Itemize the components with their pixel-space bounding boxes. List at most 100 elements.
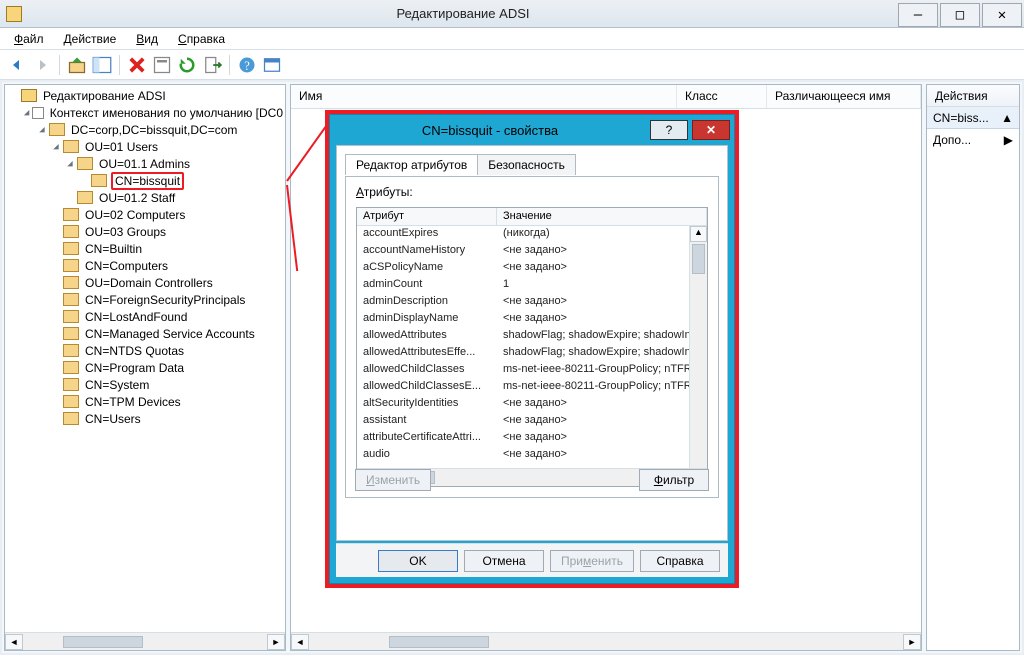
attr-row[interactable]: accountNameHistory<не задано> xyxy=(357,243,689,260)
menu-action[interactable]: Действие xyxy=(54,32,127,46)
tree-msa[interactable]: CN=Managed Service Accounts xyxy=(7,325,285,342)
tree-root-label: Редактирование ADSI xyxy=(41,89,168,103)
tree-context[interactable]: ◢Контекст именования по умолчанию [DC0 xyxy=(7,104,285,121)
folder-icon xyxy=(63,412,79,425)
tree-builtin[interactable]: CN=Builtin xyxy=(7,240,285,257)
attr-row[interactable]: accountExpires(никогда) xyxy=(357,226,689,243)
col-class[interactable]: Класс xyxy=(677,85,767,108)
tree-tpm[interactable]: CN=TPM Devices xyxy=(7,393,285,410)
tree-system[interactable]: CN=System xyxy=(7,376,285,393)
dialog-help-btn[interactable]: Справка xyxy=(640,550,720,572)
tree-root[interactable]: Редактирование ADSI xyxy=(7,87,285,104)
folder-icon xyxy=(63,395,79,408)
tree-program-data[interactable]: CN=Program Data xyxy=(7,359,285,376)
menu-file[interactable]: Файл xyxy=(4,32,54,46)
refresh-button[interactable] xyxy=(176,54,198,76)
attr-row[interactable]: attributeCertificateAttri...<не задано> xyxy=(357,430,689,447)
actions-pane: Действия CN=biss... ▲ Допо... ▶ xyxy=(926,84,1020,651)
actions-more[interactable]: Допо... ▶ xyxy=(927,129,1019,151)
attr-row[interactable]: adminDisplayName<не задано> xyxy=(357,311,689,328)
tree-ou-staff[interactable]: OU=01.2 Staff xyxy=(7,189,285,206)
options-button[interactable] xyxy=(261,54,283,76)
maximize-button[interactable]: □ xyxy=(940,3,980,27)
attr-vscroll[interactable]: ▲ xyxy=(689,226,707,468)
tree-ou-admins[interactable]: ◢OU=01.1 Admins xyxy=(7,155,285,172)
tree-fsp[interactable]: CN=ForeignSecurityPrincipals xyxy=(7,291,285,308)
col-dn[interactable]: Различающееся имя xyxy=(767,85,921,108)
folder-icon xyxy=(63,259,79,272)
up-button[interactable] xyxy=(66,54,88,76)
attr-row[interactable]: adminDescription<не задано> xyxy=(357,294,689,311)
app-icon xyxy=(6,6,22,22)
cancel-button[interactable]: Отмена xyxy=(464,550,544,572)
dialog-help-button[interactable]: ? xyxy=(650,120,688,140)
collapse-icon[interactable]: ◢ xyxy=(21,108,32,118)
close-button[interactable]: ✕ xyxy=(982,3,1022,27)
properties-button[interactable] xyxy=(151,54,173,76)
adsi-icon xyxy=(21,89,37,102)
list-hscroll[interactable]: ◄► xyxy=(291,632,921,650)
apply-button: Применить xyxy=(550,550,634,572)
collapse-icon[interactable]: ◢ xyxy=(49,142,63,152)
dialog-title: CN=bissquit - свойства xyxy=(330,123,650,138)
tree-ou-computers[interactable]: OU=02 Computers xyxy=(7,206,285,223)
actions-item[interactable]: CN=biss... ▲ xyxy=(927,107,1019,129)
tree-lostandfound[interactable]: CN=LostAndFound xyxy=(7,308,285,325)
attr-row[interactable]: altSecurityIdentities<не задано> xyxy=(357,396,689,413)
delete-button[interactable] xyxy=(126,54,148,76)
chevron-up-icon: ▲ xyxy=(1001,111,1013,125)
dialog-close-button[interactable]: ✕ xyxy=(692,120,730,140)
menu-help[interactable]: Справка xyxy=(168,32,235,46)
folder-icon xyxy=(63,344,79,357)
attr-row[interactable]: assistant<не задано> xyxy=(357,413,689,430)
attributes-label: Атрибуты: xyxy=(346,177,718,203)
tree-ou-users[interactable]: ◢OU=01 Users xyxy=(7,138,285,155)
tree-users[interactable]: CN=Users xyxy=(7,410,285,427)
titlebar: Редактирование ADSI — □ ✕ xyxy=(0,0,1024,28)
attr-row[interactable]: aCSPolicyName<не задано> xyxy=(357,260,689,277)
attr-col-name[interactable]: Атрибут xyxy=(357,208,497,225)
help-button[interactable]: ? xyxy=(236,54,258,76)
folder-icon xyxy=(91,174,107,187)
folder-icon xyxy=(63,208,79,221)
tree-pane: Редактирование ADSI ◢Контекст именования… xyxy=(4,84,286,651)
attributes-list[interactable]: Атрибут Значение accountExpires(никогда)… xyxy=(356,207,708,487)
svg-text:?: ? xyxy=(244,59,250,73)
tab-security[interactable]: Безопасность xyxy=(477,154,576,175)
menubar: Файл Действие Вид Справка xyxy=(0,28,1024,50)
tree-ou-groups[interactable]: OU=03 Groups xyxy=(7,223,285,240)
chevron-right-icon: ▶ xyxy=(1004,133,1013,147)
col-name[interactable]: Имя xyxy=(291,85,677,108)
menu-view[interactable]: Вид xyxy=(126,32,168,46)
back-button[interactable] xyxy=(6,54,28,76)
tree-cn-bissquit[interactable]: CN=bissquit xyxy=(7,172,285,189)
filter-button[interactable]: Фильтр xyxy=(639,469,709,491)
folder-icon xyxy=(63,140,79,153)
minimize-button[interactable]: — xyxy=(898,3,938,27)
collapse-icon[interactable]: ◢ xyxy=(63,159,77,169)
folder-icon xyxy=(63,310,79,323)
folder-icon xyxy=(63,276,79,289)
edit-button: Изменить xyxy=(355,469,431,491)
tree-hscroll[interactable]: ◄► xyxy=(5,632,285,650)
tree-domain-controllers[interactable]: OU=Domain Controllers xyxy=(7,274,285,291)
attr-row[interactable]: allowedChildClassesE...ms-net-ieee-80211… xyxy=(357,379,689,396)
attr-row[interactable]: allowedAttributesEffe...shadowFlag; shad… xyxy=(357,345,689,362)
export-button[interactable] xyxy=(201,54,223,76)
tree-computers[interactable]: CN=Computers xyxy=(7,257,285,274)
folder-icon xyxy=(63,361,79,374)
attr-col-value[interactable]: Значение xyxy=(497,208,707,225)
tree-ntds[interactable]: CN=NTDS Quotas xyxy=(7,342,285,359)
tree-dc[interactable]: ◢DC=corp,DC=bissquit,DC=com xyxy=(7,121,285,138)
show-tree-button[interactable] xyxy=(91,54,113,76)
folder-icon xyxy=(63,293,79,306)
ok-button[interactable]: OK xyxy=(378,550,458,572)
folder-icon xyxy=(63,327,79,340)
tab-attribute-editor[interactable]: Редактор атрибутов xyxy=(345,154,478,175)
folder-icon xyxy=(63,242,79,255)
list-pane: Имя Класс Различающееся имя Нет элементо… xyxy=(290,84,922,651)
collapse-icon[interactable]: ◢ xyxy=(35,125,49,135)
attr-row[interactable]: adminCount1 xyxy=(357,277,689,294)
attr-row[interactable]: allowedAttributesshadowFlag; shadowExpir… xyxy=(357,328,689,345)
attr-row[interactable]: allowedChildClassesms-net-ieee-80211-Gro… xyxy=(357,362,689,379)
